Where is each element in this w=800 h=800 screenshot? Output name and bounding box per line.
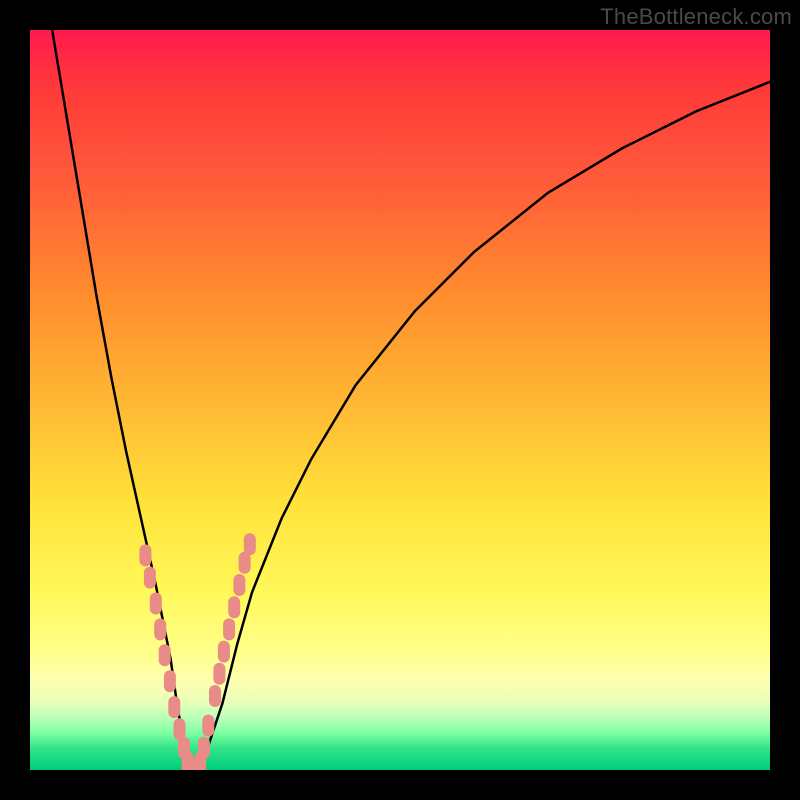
curve-marker (150, 593, 162, 615)
marker-group (139, 533, 255, 770)
curve-marker (228, 596, 240, 618)
watermark-text: TheBottleneck.com (600, 4, 792, 30)
curve-marker (159, 644, 171, 666)
plot-area (30, 30, 770, 770)
curve-marker (154, 618, 166, 640)
curve-marker (213, 663, 225, 685)
curve-marker (168, 696, 180, 718)
curve-svg (30, 30, 770, 770)
curve-marker (223, 618, 235, 640)
curve-marker (202, 715, 214, 737)
curve-marker (144, 567, 156, 589)
curve-marker (209, 685, 221, 707)
outer-frame: TheBottleneck.com (0, 0, 800, 800)
curve-marker (218, 641, 230, 663)
curve-marker (198, 737, 210, 759)
curve-marker (164, 670, 176, 692)
curve-marker (244, 533, 256, 555)
curve-marker (233, 574, 245, 596)
curve-marker (139, 544, 151, 566)
